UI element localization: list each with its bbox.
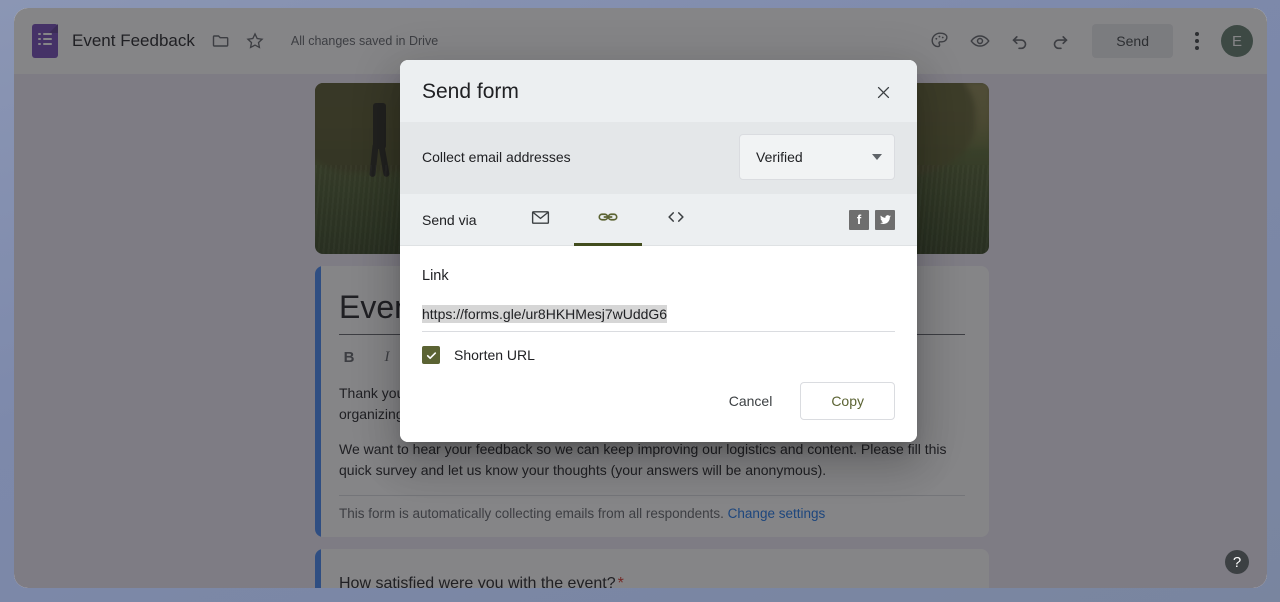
collect-email-label: Collect email addresses — [422, 149, 571, 165]
copy-button[interactable]: Copy — [800, 382, 895, 420]
envelope-icon — [530, 207, 551, 233]
change-settings-link[interactable]: Change settings — [728, 506, 826, 521]
collect-email-row: Collect email addresses Verified — [400, 122, 917, 194]
tab-send-email[interactable] — [506, 194, 574, 246]
shorten-url-row[interactable]: Shorten URL — [422, 346, 895, 364]
social-share-group: f — [849, 209, 895, 230]
question-title[interactable]: How satisfied were you with the event? * — [339, 575, 965, 588]
palette-icon[interactable] — [928, 29, 952, 53]
dialog-header: Send form — [400, 60, 917, 122]
tab-send-embed[interactable] — [642, 194, 710, 246]
embed-code-icon — [665, 206, 687, 233]
dialog-title: Send form — [422, 80, 519, 103]
link-section-label: Link — [422, 268, 449, 284]
folder-move-icon[interactable] — [209, 29, 233, 53]
redo-icon[interactable] — [1048, 29, 1072, 53]
send-button[interactable]: Send — [1092, 24, 1173, 58]
question-title-text: How satisfied were you with the event? — [339, 575, 616, 588]
form-description-paragraph-2[interactable]: We want to hear your feedback so we can … — [339, 439, 965, 481]
help-question-icon[interactable]: ? — [1225, 550, 1249, 574]
send-form-dialog: Send form Collect email addresses Verifi… — [400, 60, 917, 442]
link-url-value[interactable]: https://forms.gle/ur8HKHMesj7wUddG6 — [422, 305, 668, 323]
top-bar-actions: Send E — [928, 24, 1253, 58]
collect-emails-note: This form is automatically collecting em… — [339, 506, 965, 521]
twitter-share-icon[interactable] — [875, 209, 895, 230]
save-status-text: All changes saved in Drive — [290, 34, 439, 48]
send-via-row: Send via f — [400, 194, 917, 246]
facebook-share-icon[interactable]: f — [849, 209, 869, 230]
shorten-url-checkbox[interactable] — [422, 346, 440, 364]
description-divider — [339, 495, 965, 497]
avatar[interactable]: E — [1221, 25, 1253, 57]
bold-button[interactable]: B — [339, 347, 359, 367]
page-title[interactable]: Event Feedback — [72, 31, 195, 51]
eye-preview-icon[interactable] — [968, 29, 992, 53]
star-icon[interactable] — [243, 29, 267, 53]
shorten-url-label: Shorten URL — [454, 347, 535, 363]
close-icon[interactable] — [871, 80, 895, 104]
link-chain-icon — [597, 206, 619, 233]
link-url-field[interactable]: https://forms.gle/ur8HKHMesj7wUddG6 — [422, 305, 895, 332]
send-via-label: Send via — [422, 211, 477, 228]
app-window: Event Feedback All changes saved in Driv… — [14, 8, 1267, 588]
collect-emails-note-text: This form is automatically collecting em… — [339, 506, 724, 522]
required-marker: * — [617, 575, 624, 588]
chevron-down-icon — [872, 154, 882, 160]
collect-email-select[interactable]: Verified — [739, 134, 895, 180]
question-card[interactable]: How satisfied were you with the event? * — [315, 549, 989, 588]
cancel-button[interactable]: Cancel — [719, 384, 783, 418]
google-forms-icon[interactable] — [32, 24, 58, 58]
more-vert-icon[interactable] — [1195, 32, 1199, 50]
dialog-actions: Cancel Copy — [400, 364, 917, 442]
collect-email-value: Verified — [756, 149, 803, 165]
undo-icon[interactable] — [1008, 29, 1032, 53]
dialog-body: Link https://forms.gle/ur8HKHMesj7wUddG6… — [400, 246, 917, 364]
tab-send-link[interactable] — [574, 194, 643, 246]
italic-button[interactable]: I — [377, 347, 397, 367]
